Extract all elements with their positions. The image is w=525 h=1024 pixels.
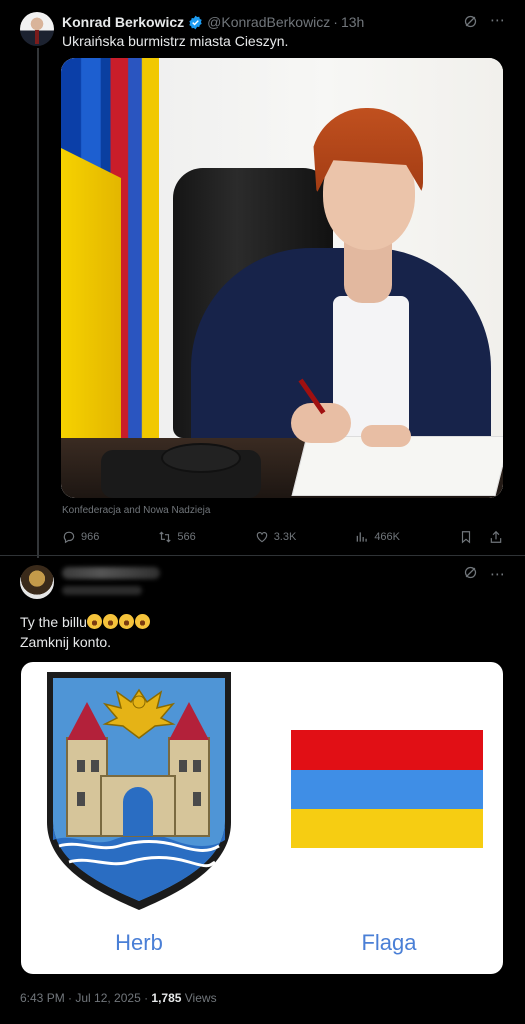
post-views-count: 1,785	[151, 991, 182, 1005]
flaga-label: Flaga	[361, 930, 417, 955]
flag-stripe-blue	[291, 770, 483, 809]
thread-line	[37, 48, 39, 558]
tweet-text: Ukraińska burmistrz miasta Cieszyn.	[62, 33, 289, 49]
tweet-action-bar: 966 566 3.3K 466K	[62, 528, 503, 546]
tweet-header: Konrad Berkowicz @KonradBerkowicz · 13h	[62, 12, 364, 32]
post-metadata: 6:43 PM · Jul 12, 2025 · 1,785 Views	[20, 991, 217, 1005]
laughing-emoji-icon	[86, 614, 151, 630]
blurred-author-handle	[62, 586, 142, 595]
reply-text-line-2: Zamknij konto.	[20, 634, 112, 650]
views-button[interactable]: 466K	[355, 530, 400, 544]
grok-icon[interactable]	[463, 14, 478, 29]
repost-icon	[159, 531, 172, 543]
tweet-extra-actions	[459, 530, 503, 544]
herb-label: Herb	[115, 930, 163, 955]
views-icon	[357, 532, 368, 542]
share-icon[interactable]	[489, 530, 503, 544]
tweet-photo[interactable]	[61, 58, 503, 498]
more-icon[interactable]: ⋯	[490, 12, 505, 30]
avatar[interactable]	[20, 12, 54, 46]
coat-of-arms-image	[47, 672, 231, 910]
post-views-label: Views	[181, 991, 217, 1005]
views-count: 466K	[374, 531, 401, 543]
like-icon	[256, 532, 267, 543]
tweet-original[interactable]: Konrad Berkowicz @KonradBerkowicz · 13h …	[0, 0, 525, 558]
repost-button[interactable]: 566	[158, 530, 196, 544]
separator-dot: ·	[333, 14, 338, 30]
reply-icon	[63, 531, 75, 544]
reply-text-line-1: Ty the billu	[20, 614, 87, 630]
tweet-top-actions: ⋯	[463, 12, 505, 30]
tweet-divider	[0, 555, 525, 556]
reply-avatar[interactable]	[20, 565, 54, 599]
grok-icon[interactable]	[463, 565, 478, 580]
flag-stripe-yellow	[291, 809, 483, 848]
reply-text: Ty the billu Zamknij konto.	[20, 612, 151, 652]
author-handle[interactable]: @KonradBerkowicz	[207, 14, 330, 30]
reply-image-card[interactable]: Herb Flaga	[21, 662, 503, 974]
verified-badge-icon	[189, 15, 202, 29]
repost-count: 566	[177, 531, 196, 543]
author-name[interactable]: Konrad Berkowicz	[62, 14, 184, 30]
bookmark-icon[interactable]	[459, 530, 473, 544]
reply-top-actions: ⋯	[463, 565, 505, 583]
like-count: 3.3K	[273, 531, 297, 543]
reply-count: 966	[81, 531, 100, 543]
flag-image	[291, 730, 483, 848]
flag-stripe-red	[291, 730, 483, 770]
post-timestamp[interactable]: 6:43 PM · Jul 12, 2025 ·	[20, 991, 151, 1005]
media-caption: Konfederacja and Nowa Nadzieja	[62, 505, 211, 516]
blurred-author-name	[62, 567, 160, 579]
post-time[interactable]: 13h	[341, 14, 364, 30]
reply-button[interactable]: 966	[62, 530, 99, 544]
like-button[interactable]: 3.3K	[255, 530, 297, 544]
more-icon[interactable]: ⋯	[490, 565, 505, 583]
